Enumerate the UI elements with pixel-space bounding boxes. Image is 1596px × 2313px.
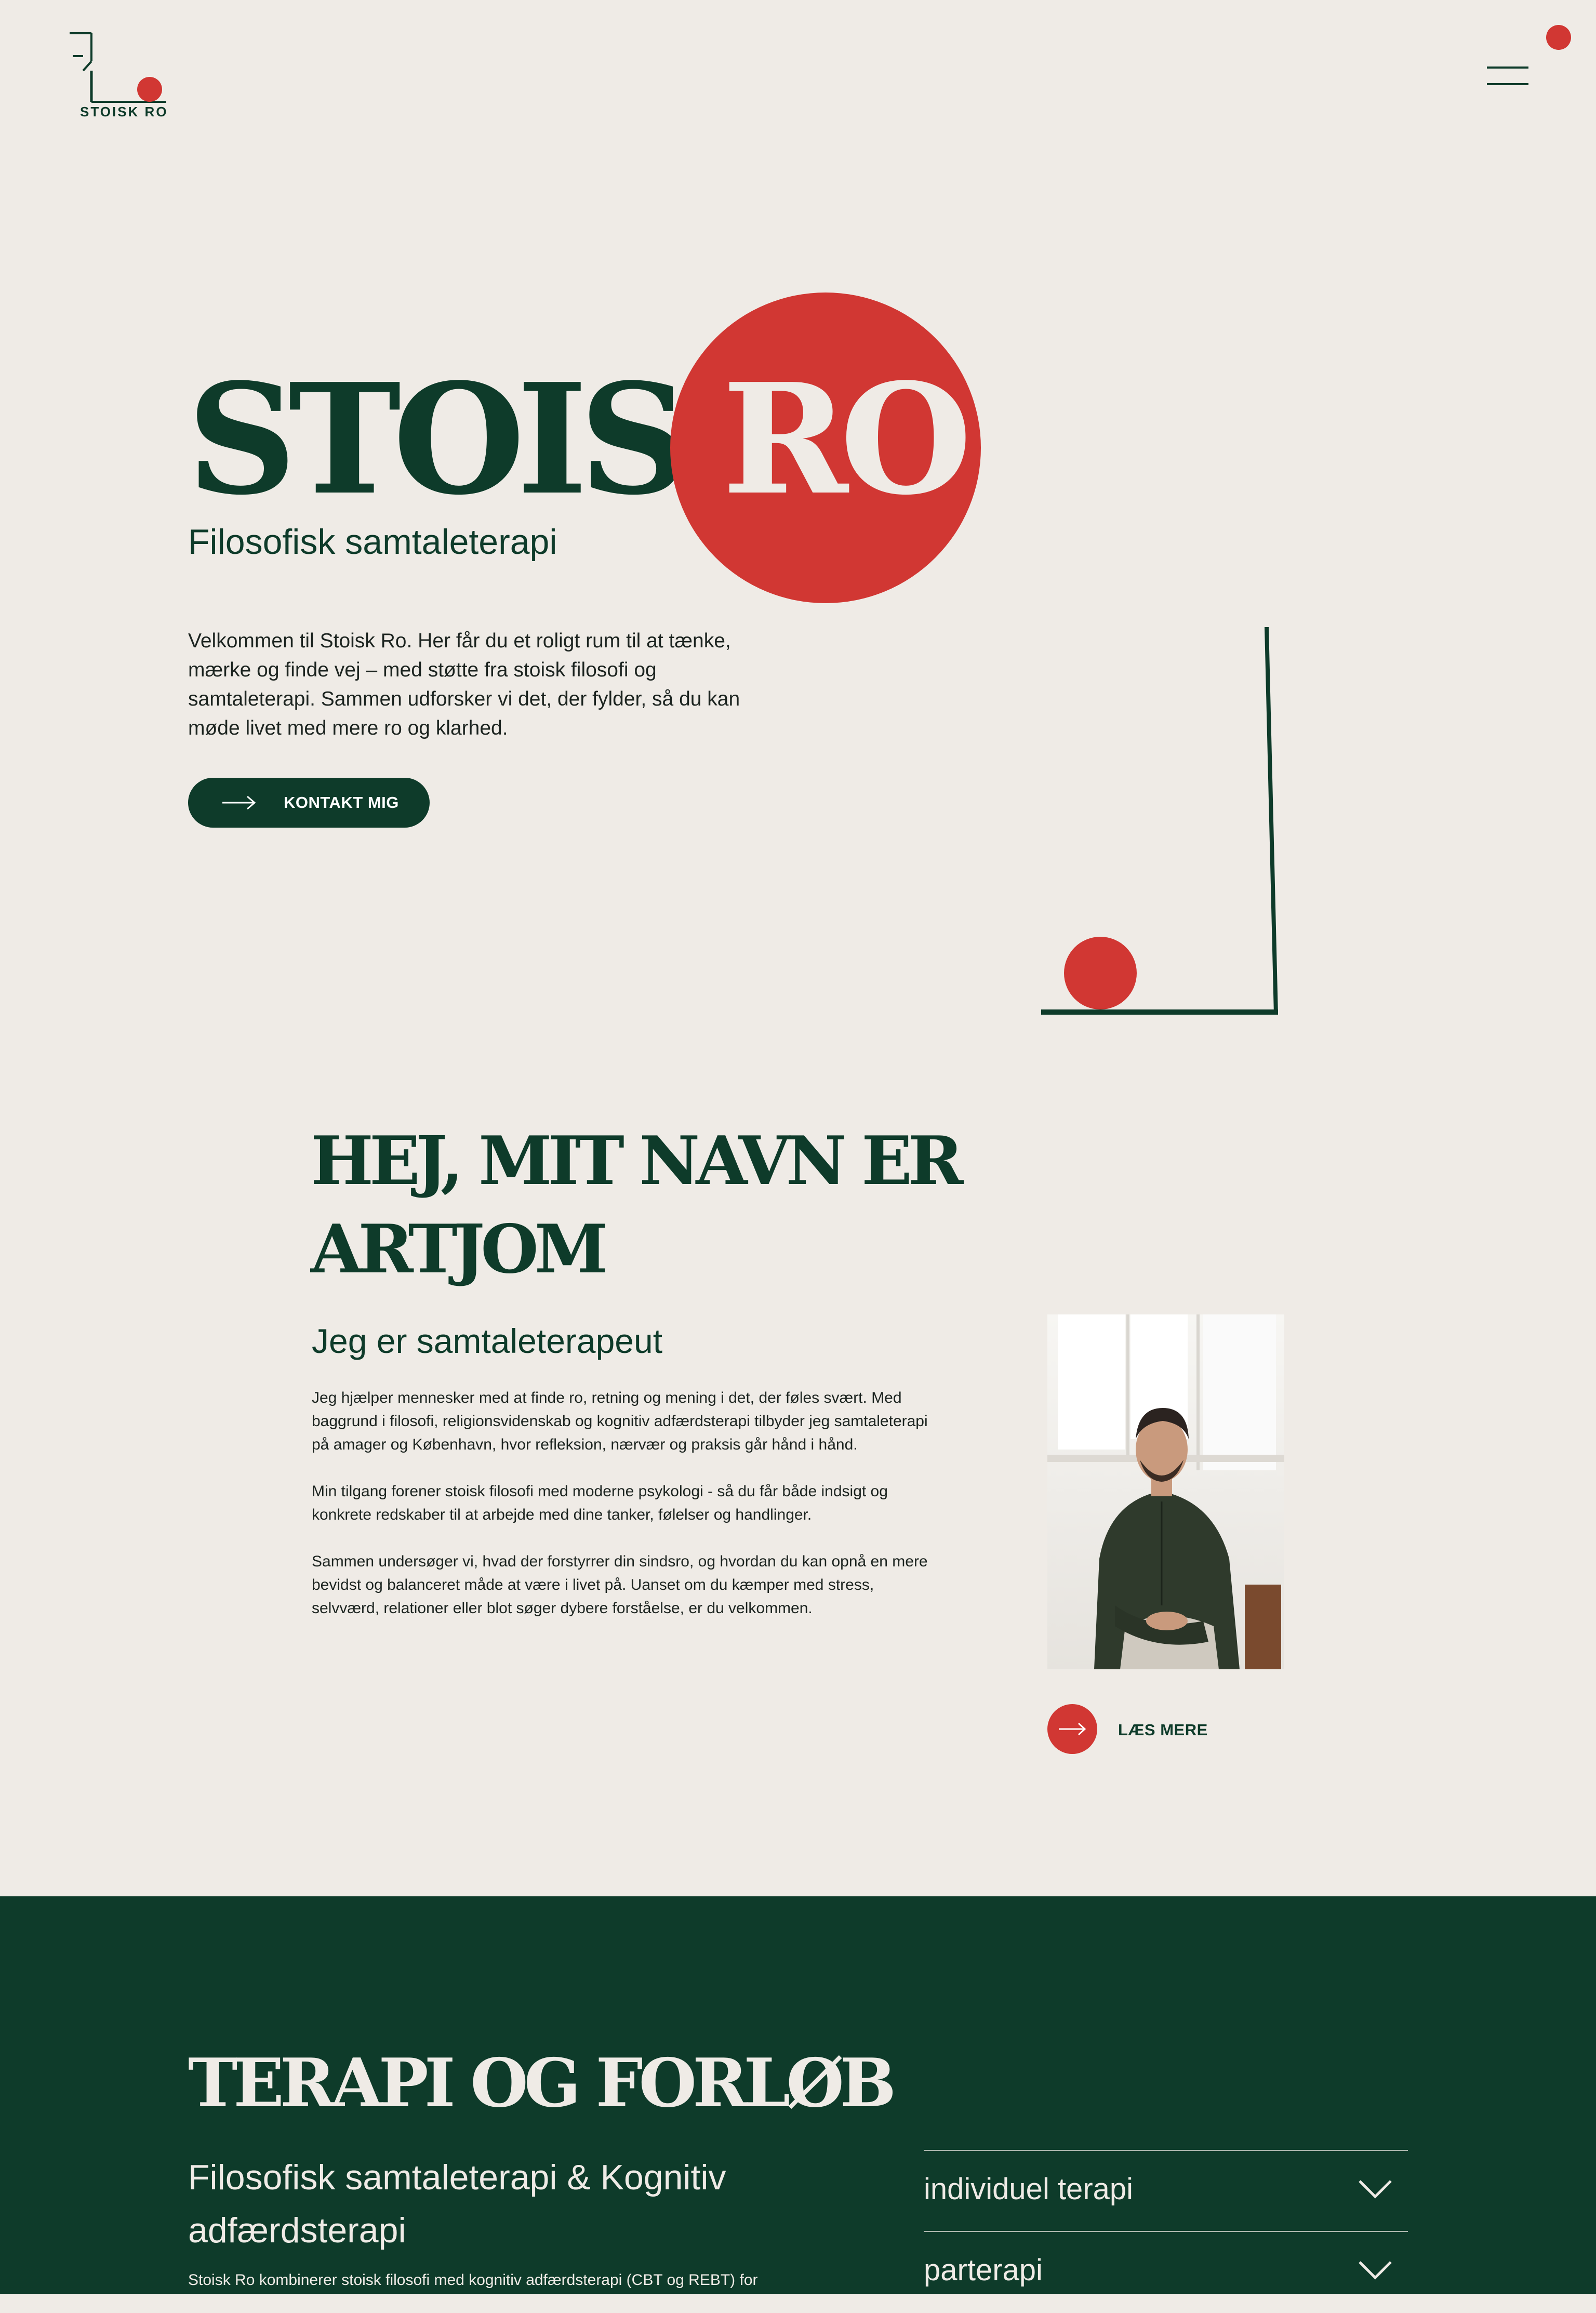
menu-icon: [1487, 83, 1528, 85]
accordion-label: parterapi: [924, 2253, 1043, 2287]
chevron-down-icon: [1359, 2261, 1392, 2280]
about-paragraph: Sammen undersøger vi, hvad der forstyrre…: [312, 1553, 928, 1617]
hero-subtitle: Filosofisk samtaleterapi: [188, 522, 557, 562]
read-more-label: LÆS MERE: [1118, 1721, 1208, 1739]
read-more-circle: [1047, 1704, 1097, 1754]
menu-indicator-dot: [1546, 25, 1571, 50]
logo-text: STOISK RO: [80, 104, 168, 119]
therapy-text: Stoisk Ro kombinerer stoisk filosofi med…: [188, 2271, 758, 2289]
about-paragraph: Jeg hjælper mennesker med at finde ro, r…: [312, 1389, 928, 1453]
contact-button[interactable]: KONTAKT MIG: [188, 778, 430, 828]
accordion-label: individuel terapi: [924, 2172, 1134, 2206]
about-subtitle: Jeg er samtaleterapeut: [312, 1322, 663, 1360]
hero-intro: Velkommen til Stoisk Ro. Her får du et r…: [188, 630, 740, 739]
about-text: Jeg hjælper mennesker med at finde ro, r…: [312, 1386, 930, 1643]
accordion-individual-therapy[interactable]: individuel terapi: [924, 2150, 1408, 2232]
contact-button-label: KONTAKT MIG: [284, 793, 399, 812]
hero-title-ro: RO: [722, 350, 972, 528]
therapy-heading: TERAPI OG FORLØB: [188, 2044, 896, 2122]
accordion-couple-therapy[interactable]: parterapi: [924, 2231, 1408, 2313]
portrait-photo: [1047, 1314, 1284, 1669]
about-heading: HEJ, MIT NAVN ER ARTJOM: [311, 1122, 963, 1288]
chevron-down-icon: [1359, 2180, 1392, 2199]
about-paragraph: Min tilgang forener stoisk filosofi med …: [312, 1483, 888, 1523]
hero-illustration: [1041, 627, 1278, 1015]
menu-button[interactable]: [1485, 62, 1532, 91]
menu-icon: [1487, 67, 1528, 69]
arrow-right-icon: [1059, 1722, 1086, 1736]
arrow-right-icon: [222, 795, 256, 810]
therapy-subtitle: Filosofisk samtaleterapi & Kognitiv adfæ…: [188, 2158, 726, 2250]
read-more-button[interactable]: LÆS MERE: [1047, 1704, 1255, 1754]
